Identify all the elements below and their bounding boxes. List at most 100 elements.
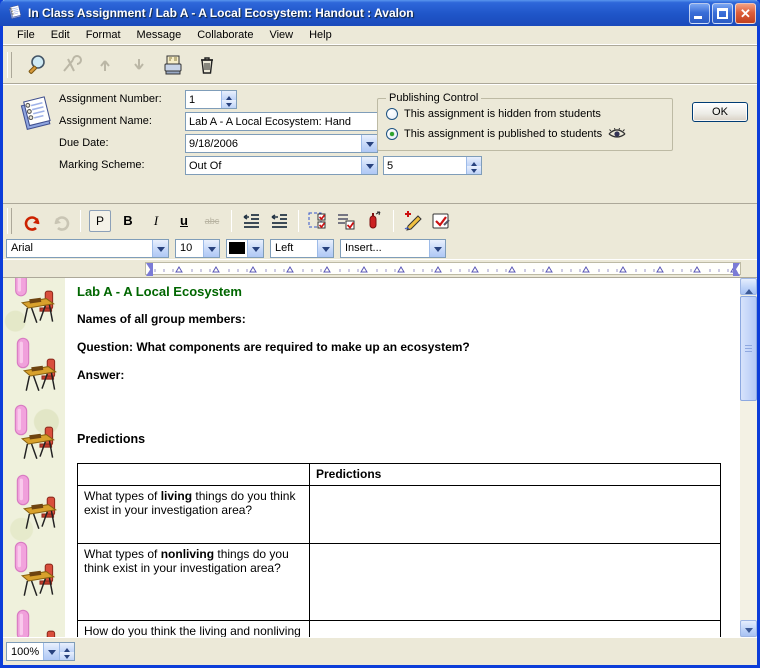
bold-button[interactable]: B [117, 210, 139, 232]
vertical-scrollbar[interactable] [740, 278, 757, 637]
radio-hidden-label: This assignment is hidden from students [404, 108, 601, 120]
ok-button[interactable]: OK [692, 102, 748, 122]
zoom-spinner[interactable] [59, 643, 74, 660]
chevron-down-icon[interactable] [429, 240, 445, 257]
spin-down-icon[interactable] [222, 100, 236, 109]
number-spinner[interactable] [221, 91, 236, 108]
answer-cell[interactable] [310, 544, 721, 621]
delete-trash-icon[interactable] [194, 52, 220, 78]
radio-published-option[interactable]: This assignment is published to students [386, 128, 626, 140]
chevron-down-icon[interactable] [43, 643, 59, 660]
desk-clipart [19, 426, 61, 465]
question-cell: What types of nonliving things do you th… [78, 544, 310, 621]
desk-clipart [19, 563, 61, 602]
marking-scheme-dropdown[interactable]: Out Of [185, 156, 378, 175]
spin-up-icon[interactable] [467, 157, 481, 166]
undo-icon[interactable] [22, 210, 44, 232]
assignment-number-stepper[interactable]: 1 [185, 90, 237, 109]
previous-item-icon [92, 52, 118, 78]
checklist-icon[interactable] [335, 210, 357, 232]
tools-icon [58, 52, 84, 78]
due-date-dropdown[interactable]: 9/18/2006 [185, 134, 378, 153]
answer-cell[interactable] [310, 621, 721, 638]
maximize-button[interactable] [712, 3, 733, 24]
desk-clipart [21, 358, 63, 397]
menu-format[interactable]: Format [78, 27, 129, 43]
assignment-name-label: Assignment Name: [59, 115, 152, 127]
insert-dropdown[interactable]: Insert... [340, 239, 446, 258]
marker-icon[interactable] [363, 210, 385, 232]
radio-selected-icon[interactable] [386, 128, 398, 140]
toolbar-grip[interactable] [7, 52, 12, 78]
radio-hidden-option[interactable]: This assignment is hidden from students [386, 108, 601, 120]
zoom-value: 100% [7, 646, 43, 658]
publishing-control-legend: Publishing Control [386, 92, 481, 104]
chevron-down-icon[interactable] [361, 157, 377, 174]
predictions-table: Predictions What types of living things … [77, 463, 721, 637]
review-check-icon[interactable] [430, 210, 452, 232]
scroll-down-icon[interactable] [740, 620, 757, 637]
zoom-control[interactable]: 100% [6, 642, 75, 661]
spin-up-icon[interactable] [60, 643, 74, 652]
radio-unselected-icon[interactable] [386, 108, 398, 120]
assignment-number-label: Assignment Number: [59, 93, 162, 105]
chevron-down-icon[interactable] [152, 240, 168, 257]
font-family-dropdown[interactable]: Arial [6, 239, 169, 258]
divider [298, 210, 299, 232]
chevron-down-icon[interactable] [317, 240, 333, 257]
assignment-name-input[interactable] [186, 116, 377, 128]
minimize-button[interactable] [689, 3, 710, 24]
menu-view[interactable]: View [261, 27, 301, 43]
menu-edit[interactable]: Edit [43, 27, 78, 43]
menu-file[interactable]: File [9, 27, 43, 43]
doc-title: Lab A - A Local Ecosystem [77, 284, 740, 299]
assignment-name-field[interactable] [185, 112, 378, 131]
strikethrough-button: abc [201, 210, 223, 232]
out-of-stepper[interactable]: 5 [383, 156, 482, 175]
print-icon[interactable] [160, 52, 186, 78]
document-body[interactable]: Lab A - A Local Ecosystem Names of all g… [65, 278, 740, 637]
answer-cell[interactable] [310, 486, 721, 544]
align-dropdown[interactable]: Left [270, 239, 334, 258]
question-cell: What types of living things do you think… [78, 486, 310, 544]
marking-scheme-label: Marking Scheme: [59, 159, 145, 171]
underline-button[interactable]: u [173, 210, 195, 232]
doc-paragraph: Names of all group members: [77, 312, 740, 326]
spin-up-icon[interactable] [222, 91, 236, 100]
divider [393, 210, 394, 232]
indent-decrease-icon[interactable] [268, 210, 290, 232]
select-checkboxes-icon[interactable] [307, 210, 329, 232]
format-toolbar: P B I u abc [3, 203, 757, 237]
font-bar: Arial 10 Left Insert... [3, 237, 757, 259]
menu-collaborate[interactable]: Collaborate [189, 27, 261, 43]
add-annotation-icon[interactable] [402, 210, 424, 232]
ruler-band [3, 259, 757, 277]
indent-increase-icon[interactable] [240, 210, 262, 232]
chevron-down-icon[interactable] [247, 240, 263, 257]
font-size-dropdown[interactable]: 10 [175, 239, 220, 258]
close-button[interactable]: ✕ [735, 3, 756, 24]
document-area: Lab A - A Local Ecosystem Names of all g… [3, 277, 757, 637]
number-spinner[interactable] [466, 157, 481, 174]
desk-clipart [21, 630, 63, 637]
menu-message[interactable]: Message [129, 27, 190, 43]
assignment-notepad-icon [17, 92, 55, 135]
scroll-up-icon[interactable] [740, 278, 757, 295]
doc-paragraph: Question: What components are required t… [77, 340, 740, 354]
chevron-down-icon[interactable] [203, 240, 219, 257]
spin-down-icon[interactable] [467, 166, 481, 175]
spin-down-icon[interactable] [60, 652, 74, 661]
preview-magnifier-icon[interactable] [24, 52, 50, 78]
chevron-down-icon[interactable] [361, 135, 377, 152]
menu-help[interactable]: Help [301, 27, 340, 43]
titlebar[interactable]: In Class Assignment / Lab A - A Local Ec… [0, 0, 760, 26]
font-color-dropdown[interactable] [226, 239, 264, 258]
scrollbar-thumb[interactable] [740, 296, 757, 401]
paragraph-style-button[interactable]: P [89, 210, 111, 232]
table-row: What types of nonliving things do you th… [78, 544, 721, 621]
toolbar-grip[interactable] [7, 208, 12, 234]
menu-bar: File Edit Format Message Collaborate Vie… [3, 26, 757, 45]
redo-icon [50, 210, 72, 232]
ruler[interactable] [145, 262, 741, 275]
italic-button[interactable]: I [145, 210, 167, 232]
